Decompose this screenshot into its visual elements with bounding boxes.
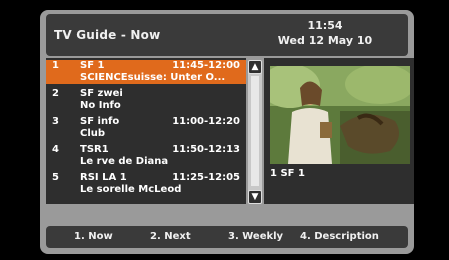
program-time: 11:00-12:20	[172, 116, 240, 127]
channel-number: 2	[52, 88, 59, 99]
channel-row-5[interactable]: 5 RSI LA 1 11:25-12:05 Le sorelle McLeod	[46, 172, 246, 196]
current-date: Wed 12 May 10	[277, 34, 373, 47]
channel-number: 5	[52, 172, 59, 183]
tab-next[interactable]: 2. Next	[150, 231, 191, 242]
current-time: 11:54	[307, 19, 343, 32]
program-time: 11:50-12:13	[172, 144, 240, 155]
tab-weekly[interactable]: 3. Weekly	[228, 231, 283, 242]
program-title: Le rve de Diana	[80, 156, 169, 167]
page-title: TV Guide - Now	[54, 28, 161, 42]
channel-row-2[interactable]: 2 SF zwei No Info	[46, 88, 246, 112]
program-title: No Info	[80, 100, 121, 111]
preview-scene	[270, 66, 410, 164]
footer-bar: 1. Now 2. Next 3. Weekly 4. Description	[46, 226, 408, 248]
channel-row-3[interactable]: 3 SF info 11:00-12:20 Club	[46, 116, 246, 140]
channel-number: 3	[52, 116, 59, 127]
channel-name: RSI LA 1	[80, 172, 127, 183]
program-title: Le sorelle McLeod	[80, 184, 182, 195]
program-title: SCIENCEsuisse: Unter O...	[80, 72, 226, 83]
scroll-up-icon[interactable]: ▲	[248, 60, 262, 74]
channel-name: SF 1	[80, 60, 105, 71]
channel-name: TSR1	[80, 144, 109, 155]
channel-row-4[interactable]: 4 TSR1 11:50-12:13 Le rve de Diana	[46, 144, 246, 168]
scrollbar-track[interactable]	[251, 76, 259, 186]
channel-name: SF zwei	[80, 88, 123, 99]
channel-row-1[interactable]: 1 SF 1 11:45-12:00 SCIENCEsuisse: Unter …	[46, 60, 246, 84]
channel-name: SF info	[80, 116, 120, 127]
tab-description[interactable]: 4. Description	[300, 231, 379, 242]
header-bar: TV Guide - Now 11:54 Wed 12 May 10	[46, 14, 408, 56]
tab-now[interactable]: 1. Now	[74, 231, 113, 242]
scrollbar[interactable]: ▲ ▼	[248, 60, 262, 204]
program-time: 11:45-12:00	[172, 60, 240, 71]
channel-number: 1	[52, 60, 59, 71]
program-title: Club	[80, 128, 106, 139]
live-preview-image	[270, 66, 410, 164]
scroll-down-icon[interactable]: ▼	[248, 190, 262, 204]
channel-list: 1 SF 1 11:45-12:00 SCIENCEsuisse: Unter …	[46, 58, 246, 204]
channel-number: 4	[52, 144, 59, 155]
preview-channel-label: 1 SF 1	[270, 168, 305, 179]
clock: 11:54 Wed 12 May 10	[270, 18, 380, 48]
program-time: 11:25-12:05	[172, 172, 240, 183]
